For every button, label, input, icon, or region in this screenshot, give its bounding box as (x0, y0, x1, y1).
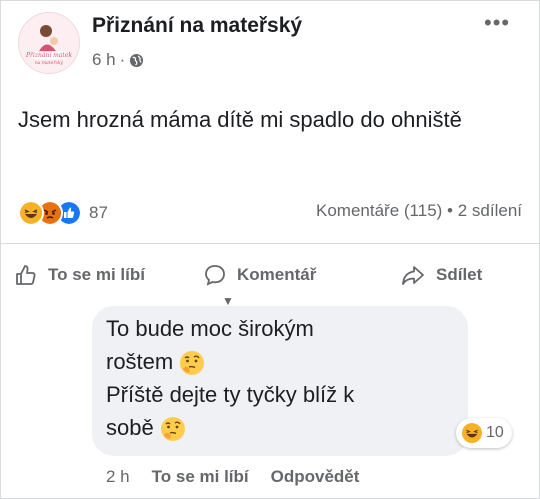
comment-reply-link[interactable]: Odpovědět (271, 467, 360, 487)
share-button[interactable]: Sdílet (400, 263, 482, 287)
comment-icon (205, 265, 225, 286)
comment-line-with-emoji: sobě (106, 411, 456, 444)
comment-like-link[interactable]: To se mi líbí (152, 467, 249, 487)
reaction-count: 87 (89, 203, 108, 222)
mother-baby-logo-icon: Přiznání matek na mateřský (19, 13, 79, 73)
comment-label: Komentář (237, 265, 317, 284)
page-name-link[interactable]: Přiznání na mateřský (92, 14, 302, 38)
svg-text:na mateřský: na mateřský (35, 59, 64, 66)
comments-count-link[interactable]: Komentáře (115) (316, 201, 442, 220)
comment-button[interactable]: Komentář (203, 263, 316, 287)
reaction-summary[interactable]: 87 (18, 200, 108, 226)
svg-text:Přiznání matek: Přiznání matek (25, 52, 72, 59)
page-avatar[interactable]: Přiznání matek na mateřský (18, 12, 80, 74)
stats-dot: • (447, 201, 453, 220)
haha-reaction-icon (18, 200, 44, 226)
comment-line: sobě (106, 415, 154, 440)
comment-time[interactable]: 2 h (106, 467, 130, 487)
comment-line: roštem (106, 349, 174, 374)
haha-reaction-icon (462, 423, 482, 443)
comment-reaction-count: 10 (486, 424, 504, 441)
more-options-icon[interactable]: ••• (484, 10, 510, 36)
comment-reaction-pill[interactable]: 10 (456, 418, 512, 448)
comment-actions: 2 h To se mi líbí Odpovědět (106, 467, 359, 487)
post-stats: Komentáře (115) • 2 sdílení (316, 201, 522, 221)
divider (0, 243, 540, 244)
comment-line: Příště dejte ty tyčky blíž k (106, 382, 355, 407)
globe-icon (130, 53, 144, 67)
comment-line: To bude moc širokým (106, 316, 314, 341)
share-label: Sdílet (436, 265, 483, 284)
post-time[interactable]: 6 h (92, 50, 116, 70)
post-text: Jsem hrozná máma dítě mi spadlo do ohniš… (18, 107, 462, 132)
shares-count-link[interactable]: 2 sdílení (458, 201, 522, 220)
thinking-face-icon (180, 351, 205, 376)
thumbs-up-icon (16, 265, 36, 285)
like-label: To se mi líbí (48, 265, 145, 284)
share-arrow-icon (402, 266, 424, 285)
like-button[interactable]: To se mi líbí (14, 263, 145, 287)
thinking-face-icon (160, 417, 185, 442)
comment-text: To bude moc širokým roštem Příště dejte … (106, 312, 456, 444)
comment-line-with-emoji: roštem (106, 345, 456, 378)
post-meta: 6 h · (92, 50, 144, 70)
meta-separator: · (119, 50, 126, 69)
